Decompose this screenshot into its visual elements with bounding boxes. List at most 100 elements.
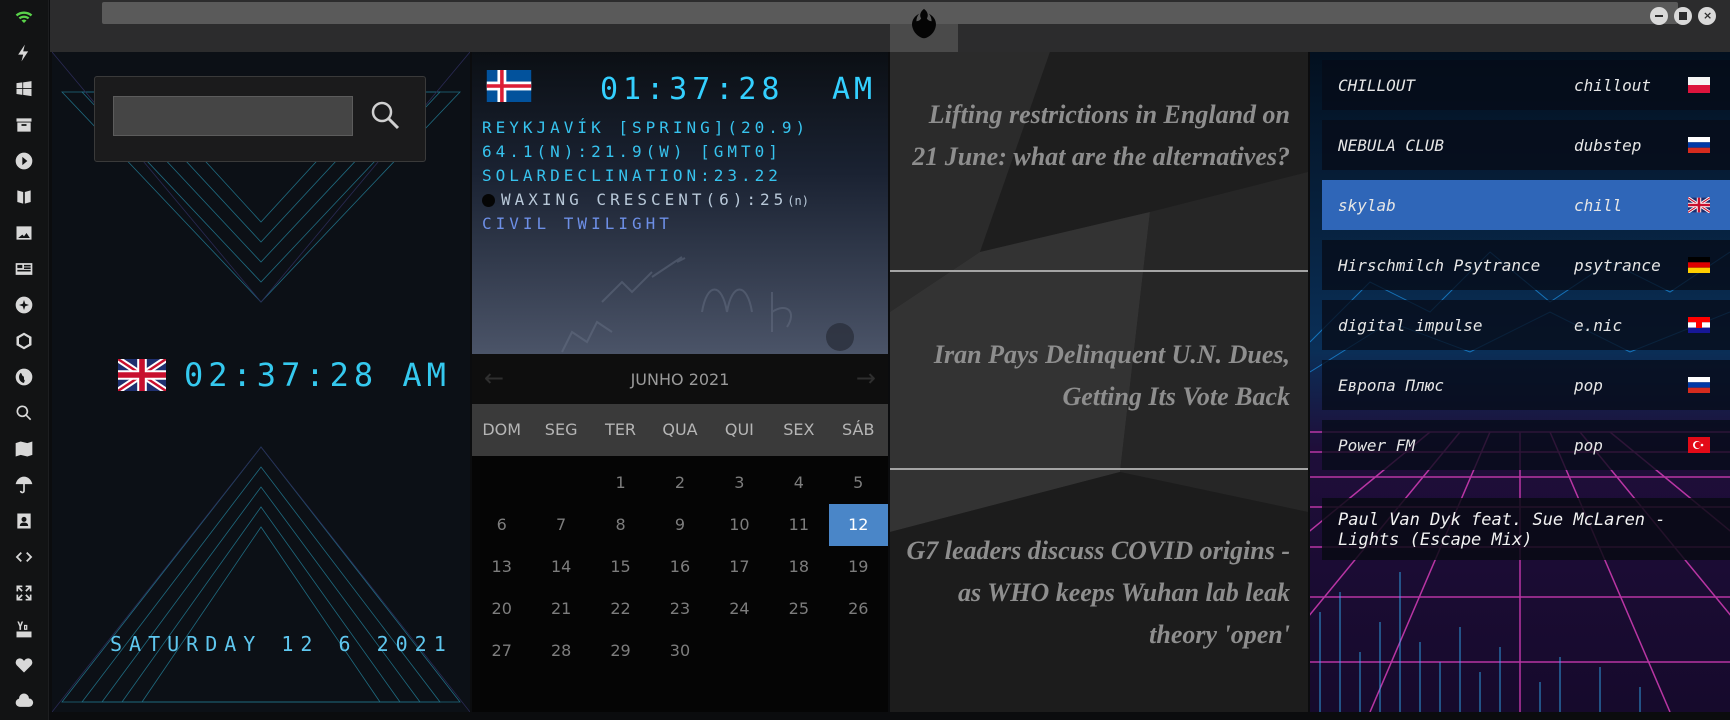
radio-station[interactable]: CHILLOUT chillout	[1322, 60, 1730, 110]
local-clock-panel: 02:37:28 AM SATURDAY 12 6 2021	[52, 52, 470, 712]
calendar-day[interactable]: 25	[769, 588, 828, 630]
radio-station-name: CHILLOUT	[1338, 75, 1416, 95]
radio-station[interactable]: Power FM pop	[1322, 420, 1730, 470]
calendar-day[interactable]: 13	[472, 546, 531, 588]
calendar-day[interactable]: 17	[710, 546, 769, 588]
news-headline[interactable]: Iran Pays Delinquent U.N. Dues, Getting …	[900, 334, 1290, 418]
heart-icon[interactable]	[12, 653, 36, 677]
astro-info: 01:37:28 AM REYKJAVÍK [SPRING](20.9) 64.…	[472, 52, 888, 354]
news-headline[interactable]: Lifting restrictions in England on 21 Ju…	[900, 94, 1290, 178]
radio-station[interactable]: skylab chill	[1322, 180, 1730, 230]
calendar-day[interactable]: 19	[829, 546, 888, 588]
croatia-flag-icon	[1688, 317, 1710, 333]
sun-icon[interactable]	[12, 293, 36, 317]
image-icon[interactable]	[12, 221, 36, 245]
calendar-next-button[interactable]: →	[856, 364, 876, 392]
calendar-day[interactable]: 4	[769, 462, 828, 504]
calendar-week-row: 27 28 29 30	[472, 630, 888, 672]
moon-icon	[482, 194, 495, 207]
map-icon[interactable]	[12, 437, 36, 461]
calendar-day[interactable]: 1	[591, 462, 650, 504]
minimize-button[interactable]	[1650, 7, 1668, 25]
moon-phase-suffix: (n)	[787, 194, 809, 208]
calendar-day[interactable]: 23	[650, 588, 709, 630]
calendar-day[interactable]: 27	[472, 630, 531, 672]
close-button[interactable]: ×	[1698, 7, 1716, 25]
book-icon[interactable]	[12, 185, 36, 209]
lightning-icon[interactable]	[12, 41, 36, 65]
calendar-day[interactable]: 20	[472, 588, 531, 630]
calendar-day[interactable]: 24	[710, 588, 769, 630]
now-playing: Paul Van Dyk feat. Sue McLaren - Lights …	[1322, 498, 1730, 560]
youtube-icon[interactable]	[12, 617, 36, 641]
calendar-day[interactable]: 12	[828, 504, 888, 546]
calendar-day[interactable]: 30	[650, 630, 709, 672]
radio-station-genre: chill	[1574, 195, 1623, 215]
news-headline[interactable]: G7 leaders discuss COVID origins - as WH…	[900, 530, 1290, 656]
astro-location: REYKJAVÍK [SPRING](20.9)	[482, 118, 810, 137]
calendar-day[interactable]: 11	[769, 504, 828, 546]
news-divider	[890, 468, 1308, 470]
weekday-label: SÁB	[842, 420, 875, 439]
astro-calendar-panel: 01:37:28 AM REYKJAVÍK [SPRING](20.9) 64.…	[472, 52, 888, 712]
calendar-day[interactable]: 5	[829, 462, 888, 504]
russia-flag-icon	[1688, 377, 1710, 393]
wifi-icon[interactable]	[12, 6, 36, 30]
maximize-button[interactable]	[1674, 7, 1692, 25]
calendar-day[interactable]: 14	[531, 546, 590, 588]
code-icon[interactable]	[12, 545, 36, 569]
calendar-day[interactable]: 2	[650, 462, 709, 504]
search-icon[interactable]	[12, 401, 36, 425]
title-strip[interactable]	[102, 2, 1678, 24]
news-divider	[890, 270, 1308, 272]
calendar-day[interactable]: 28	[531, 630, 590, 672]
radio-station-genre: e.nic	[1574, 315, 1623, 335]
calendar-title: JUNHO 2021	[630, 370, 730, 389]
calendar-day[interactable]: 29	[591, 630, 650, 672]
calendar-day[interactable]: 18	[769, 546, 828, 588]
radio-station-name: Power FM	[1338, 435, 1416, 455]
radio-station[interactable]: digital impulse e.nic	[1322, 300, 1730, 350]
calendar-day[interactable]: 6	[472, 504, 531, 546]
search-input[interactable]	[113, 96, 353, 136]
umbrella-icon[interactable]	[12, 473, 36, 497]
news-icon[interactable]	[12, 257, 36, 281]
hexagon-icon[interactable]	[12, 329, 36, 353]
expand-icon[interactable]	[12, 581, 36, 605]
calendar-day[interactable]: 9	[650, 504, 709, 546]
radio-station-genre: pop	[1574, 435, 1603, 455]
search-icon[interactable]	[369, 99, 401, 131]
radio-panel: CHILLOUT chillout NEBULA CLUB dubstep skylab…	[1310, 52, 1730, 712]
windows-icon[interactable]	[12, 77, 36, 101]
weekday-label: SEX	[783, 420, 815, 439]
calendar-day[interactable]: 15	[591, 546, 650, 588]
calendar-day[interactable]: 21	[531, 588, 590, 630]
radio-station-genre: pop	[1574, 375, 1603, 395]
calendar-day[interactable]: 7	[531, 504, 590, 546]
radio-station[interactable]: Hirschmilch Psytrance psytrance	[1322, 240, 1730, 290]
weekday-label: QUA	[662, 420, 698, 439]
calendar-day[interactable]: 8	[591, 504, 650, 546]
radio-station[interactable]: Европа Плюс pop	[1322, 360, 1730, 410]
globe-icon[interactable]	[12, 365, 36, 389]
poland-flag-icon	[1688, 77, 1710, 93]
radio-station[interactable]: NEBULA CLUB dubstep	[1322, 120, 1730, 170]
weekday-label: DOM	[482, 420, 522, 439]
calendar-day[interactable]: 22	[591, 588, 650, 630]
astro-solar-declination: SOLARDECLINATION:23.22	[482, 166, 782, 185]
search-box	[94, 76, 426, 162]
archive-icon[interactable]	[12, 113, 36, 137]
local-date: SATURDAY 12 6 2021	[110, 632, 453, 656]
calendar-day[interactable]: 16	[650, 546, 709, 588]
calendar-week-row: 6 7 8 9 10 11 12	[472, 504, 888, 546]
now-playing-title: Paul Van Dyk feat. Sue McLaren - Lights …	[1338, 510, 1666, 550]
title-bar: ×	[50, 0, 1730, 52]
cloud-icon[interactable]	[12, 689, 36, 713]
play-icon[interactable]	[12, 149, 36, 173]
calendar-day[interactable]: 3	[710, 462, 769, 504]
astro-ampm: AM	[832, 72, 877, 107]
calendar-day[interactable]: 10	[710, 504, 769, 546]
contact-icon[interactable]	[12, 509, 36, 533]
rebel-alliance-logo-icon[interactable]	[905, 6, 943, 44]
calendar-day[interactable]: 26	[829, 588, 888, 630]
